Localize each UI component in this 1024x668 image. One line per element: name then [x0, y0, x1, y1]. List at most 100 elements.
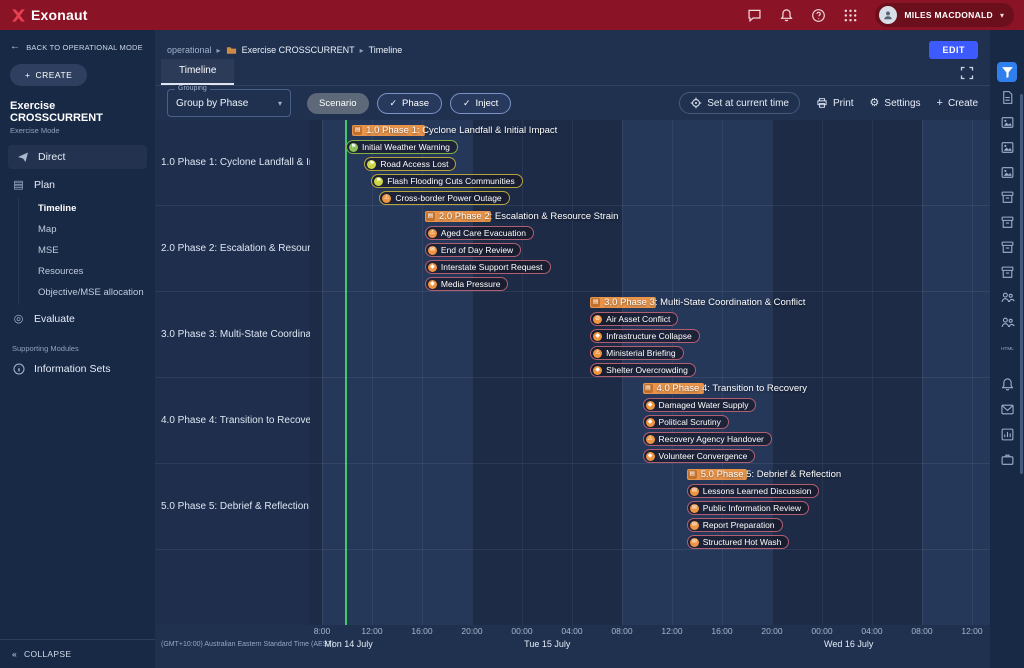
- inject-pill[interactable]: ⚑Flash Flooding Cuts Communities: [371, 174, 523, 188]
- chip-scenario[interactable]: Scenario: [307, 93, 369, 114]
- inject-pill[interactable]: ✉Report Preparation: [687, 518, 783, 532]
- axis-tick-label: 08:00: [911, 626, 932, 636]
- day-label: Mon 14 July: [324, 639, 373, 649]
- timeline-toolbar: Grouping Group by Phase ▾ Scenario ✓Phase…: [155, 86, 990, 120]
- inject-pill[interactable]: ⊘Air Asset Conflict: [590, 312, 678, 326]
- diamond-icon: ◆: [646, 401, 655, 410]
- fullscreen-icon[interactable]: [960, 66, 974, 80]
- help-icon[interactable]: [811, 8, 826, 23]
- sidebar-item-objective-mse-allocation[interactable]: Objective/MSE allocation: [19, 282, 155, 303]
- inject-pill[interactable]: ✉Public Information Review: [687, 501, 809, 515]
- grouping-select[interactable]: Grouping Group by Phase ▾: [167, 89, 291, 117]
- exonaut-x-icon: [10, 7, 27, 24]
- exercise-mode-label: Exercise Mode: [0, 124, 155, 143]
- inject-pill[interactable]: ✉Lessons Learned Discussion: [687, 484, 820, 498]
- inject-pill[interactable]: ◆Interstate Support Request: [425, 260, 551, 274]
- phase-icon: ▤: [644, 384, 653, 393]
- settings-button[interactable]: ⚙ Settings: [870, 98, 921, 109]
- print-label: Print: [833, 98, 854, 109]
- chip-phase[interactable]: ✓Phase: [377, 93, 442, 114]
- create-button[interactable]: + CREATE: [10, 64, 87, 86]
- edit-button[interactable]: EDIT: [929, 41, 978, 59]
- warning-icon: ⚠: [593, 349, 602, 358]
- groups-icon[interactable]: [997, 287, 1017, 307]
- breadcrumb-timeline: Timeline: [369, 45, 403, 55]
- wallpaper-icon[interactable]: [997, 137, 1017, 157]
- time-axis: 8:0012:0016:0020:0000:0004:0008:0012:001…: [155, 625, 990, 638]
- inject-pill[interactable]: ◆Damaged Water Supply: [643, 398, 757, 412]
- sidebar-item-plan[interactable]: ▤ Plan: [0, 171, 155, 198]
- sidebar-item-label: Evaluate: [34, 313, 75, 325]
- back-label: BACK TO OPERATIONAL MODE: [26, 43, 143, 52]
- inject-label: Initial Weather Warning: [362, 142, 450, 152]
- chip-label: Inject: [476, 98, 499, 109]
- wallpaper-icon[interactable]: [997, 162, 1017, 182]
- bell-icon[interactable]: [779, 8, 794, 23]
- create-inject-button[interactable]: + Create: [937, 98, 978, 109]
- inject-pill[interactable]: ✉Structured Hot Wash: [687, 535, 790, 549]
- print-icon: [816, 97, 828, 109]
- inbox-icon[interactable]: [997, 212, 1017, 232]
- description-icon[interactable]: [997, 87, 1017, 107]
- back-to-operational-mode[interactable]: ← BACK TO OPERATIONAL MODE: [0, 30, 155, 54]
- sidebar-item-map[interactable]: Map: [19, 219, 155, 240]
- axis-tick-label: 12:00: [661, 626, 682, 636]
- print-button[interactable]: Print: [816, 97, 854, 109]
- filter-icon[interactable]: [997, 62, 1017, 82]
- sidebar-item-information-sets[interactable]: Information Sets: [0, 356, 155, 382]
- html-icon[interactable]: HTML: [997, 337, 1017, 357]
- chevron-down-icon: ▾: [278, 99, 282, 108]
- inject-pill[interactable]: ⚑Initial Weather Warning: [346, 140, 458, 154]
- user-menu[interactable]: MILES MACDONALD ▾: [875, 3, 1014, 27]
- breadcrumb-operational[interactable]: operational: [167, 45, 212, 55]
- inject-label: Road Access Lost: [380, 159, 448, 169]
- inbox-icon[interactable]: [997, 237, 1017, 257]
- collapse-sidebar-button[interactable]: « COLLAPSE: [0, 639, 155, 668]
- sidebar-item-mse[interactable]: MSE: [19, 240, 155, 261]
- axis-tick-label: 20:00: [761, 626, 782, 636]
- poll-icon[interactable]: [997, 424, 1017, 444]
- exercise-title: Exercise CROSSCURRENT: [0, 88, 155, 124]
- notifications-icon[interactable]: [997, 374, 1017, 394]
- groups-icon[interactable]: [997, 312, 1017, 332]
- apps-grid-icon[interactable]: [843, 8, 858, 23]
- inject-pill[interactable]: ⚠Aged Care Evacuation: [425, 226, 534, 240]
- inbox-icon[interactable]: [997, 187, 1017, 207]
- mail-icon[interactable]: [997, 399, 1017, 419]
- inject-pill[interactable]: ◆Volunteer Convergence: [643, 449, 756, 463]
- diamond-icon: ◆: [428, 263, 437, 272]
- inject-pill[interactable]: ✉End of Day Review: [425, 243, 521, 257]
- chat-icon[interactable]: [747, 8, 762, 23]
- sidebar-item-timeline[interactable]: Timeline: [19, 198, 155, 219]
- inject-pill[interactable]: ⚠Recovery Agency Handover: [643, 432, 772, 446]
- chip-label: Scenario: [319, 98, 357, 109]
- set-at-current-time-button[interactable]: Set at current time: [679, 92, 800, 114]
- diamond-icon: ◆: [593, 366, 602, 375]
- sidebar-item-evaluate[interactable]: ◎ Evaluate: [0, 305, 155, 332]
- inject-label: Volunteer Convergence: [659, 451, 748, 461]
- inject-pill[interactable]: ◆Shelter Overcrowding: [590, 363, 696, 377]
- inject-pill[interactable]: ⚠Ministerial Briefing: [590, 346, 683, 360]
- inbox-icon[interactable]: [997, 262, 1017, 282]
- inject-label: Infrastructure Collapse: [606, 331, 692, 341]
- inject-pill[interactable]: ◆Infrastructure Collapse: [590, 329, 700, 343]
- tab-timeline[interactable]: Timeline: [161, 59, 234, 85]
- user-name: MILES MACDONALD: [904, 10, 993, 20]
- inject-pill[interactable]: ◆Political Scrutiny: [643, 415, 729, 429]
- breadcrumb-exercise[interactable]: Exercise CROSSCURRENT: [242, 45, 355, 55]
- chip-inject[interactable]: ✓Inject: [450, 93, 511, 114]
- rail-scrollbar[interactable]: [1020, 94, 1023, 474]
- mail-icon: ✉: [428, 246, 437, 255]
- plan-subitems: TimelineMapMSEResourcesObjective/MSE all…: [18, 198, 155, 305]
- sidebar-item-resources[interactable]: Resources: [19, 261, 155, 282]
- inject-pill[interactable]: ⚠Cross-border Power Outage: [379, 191, 509, 205]
- wallpaper-icon[interactable]: [997, 112, 1017, 132]
- phase-bar-label: 1.0 Phase 1: Cyclone Landfall & Initial …: [366, 125, 557, 136]
- breadcrumb-separator: ▸: [217, 46, 221, 55]
- tabbar: Timeline: [155, 60, 990, 86]
- inject-pill[interactable]: ◆Media Pressure: [425, 277, 509, 291]
- work-icon[interactable]: [997, 449, 1017, 469]
- sidebar-item-direct[interactable]: Direct: [8, 145, 147, 169]
- inject-pill[interactable]: ⚑Road Access Lost: [364, 157, 456, 171]
- inject-label: Political Scrutiny: [659, 417, 721, 427]
